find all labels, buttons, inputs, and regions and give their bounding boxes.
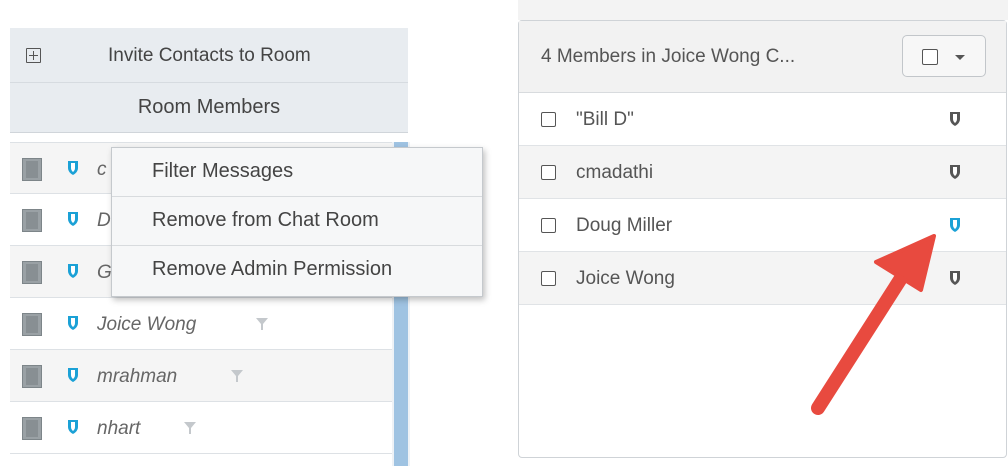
avatar-chip-icon <box>22 209 42 232</box>
shield-icon[interactable] <box>949 164 961 180</box>
member-checkbox[interactable] <box>541 218 556 233</box>
admin-shield-icon[interactable] <box>949 217 961 233</box>
admin-shield-icon <box>68 161 78 175</box>
list-item[interactable]: Doug Miller <box>519 199 1006 252</box>
members-card: 4 Members in Joice Wong C... "Bill D" cm… <box>518 20 1007 458</box>
member-checkbox[interactable] <box>541 271 556 286</box>
member-checkbox[interactable] <box>541 112 556 127</box>
left-chat-room-panel: Invite Contacts to Room Room Members c D… <box>0 0 483 466</box>
invite-contacts-label: Invite Contacts to Room <box>108 45 311 66</box>
members-list: "Bill D" cmadathi Doug Miller Joice Wong <box>519 93 1006 305</box>
menu-item-remove-admin-permission[interactable]: Remove Admin Permission <box>112 246 482 295</box>
admin-shield-icon <box>68 212 78 226</box>
admin-shield-icon <box>68 316 78 330</box>
member-row[interactable]: Joice Wong <box>10 298 392 350</box>
filter-icon[interactable] <box>231 370 243 382</box>
caret-down-icon <box>955 55 965 60</box>
member-checkbox[interactable] <box>541 165 556 180</box>
member-name: cmadathi <box>576 162 654 183</box>
select-all-dropdown[interactable] <box>902 35 986 77</box>
members-title: 4 Members in Joice Wong C... <box>541 46 796 67</box>
list-item[interactable]: Joice Wong <box>519 252 1006 305</box>
member-row[interactable]: mrahman <box>10 350 392 402</box>
context-menu: Filter Messages Remove from Chat Room Re… <box>111 147 483 297</box>
members-header: 4 Members in Joice Wong C... <box>519 21 1006 93</box>
room-members-header: Room Members <box>10 83 408 133</box>
admin-shield-icon <box>68 420 78 434</box>
admin-shield-icon <box>68 264 78 278</box>
shield-icon[interactable] <box>949 270 961 286</box>
menu-item-remove-from-chat-room[interactable]: Remove from Chat Room <box>112 197 482 246</box>
avatar-chip-icon <box>22 313 42 336</box>
right-members-panel: 4 Members in Joice Wong C... "Bill D" cm… <box>518 0 1008 466</box>
member-name: mrahman <box>97 366 178 387</box>
avatar-chip-icon <box>22 261 42 284</box>
member-name: D <box>97 210 111 231</box>
member-name: "Bill D" <box>576 109 634 130</box>
member-name: Doug Miller <box>576 215 673 236</box>
avatar-chip-icon <box>22 417 42 440</box>
admin-shield-icon <box>68 368 78 382</box>
top-strip <box>518 0 1008 20</box>
avatar-chip-icon <box>22 158 42 181</box>
avatar-chip-icon <box>22 365 42 388</box>
invite-contacts-button[interactable]: Invite Contacts to Room <box>10 28 408 83</box>
filter-icon[interactable] <box>184 422 196 434</box>
select-all-checkbox[interactable] <box>922 49 938 65</box>
list-item[interactable]: cmadathi <box>519 146 1006 199</box>
member-name: Joice Wong <box>576 268 675 289</box>
member-row[interactable]: nhart <box>10 402 392 454</box>
menu-item-filter-messages[interactable]: Filter Messages <box>112 148 482 197</box>
list-item[interactable]: "Bill D" <box>519 93 1006 146</box>
member-name: Joice Wong <box>97 314 197 335</box>
filter-icon[interactable] <box>256 318 268 330</box>
plus-square-icon <box>26 48 41 63</box>
member-name: G <box>97 262 112 283</box>
shield-icon[interactable] <box>949 111 961 127</box>
member-name: nhart <box>97 418 141 439</box>
member-name: c <box>97 159 107 180</box>
